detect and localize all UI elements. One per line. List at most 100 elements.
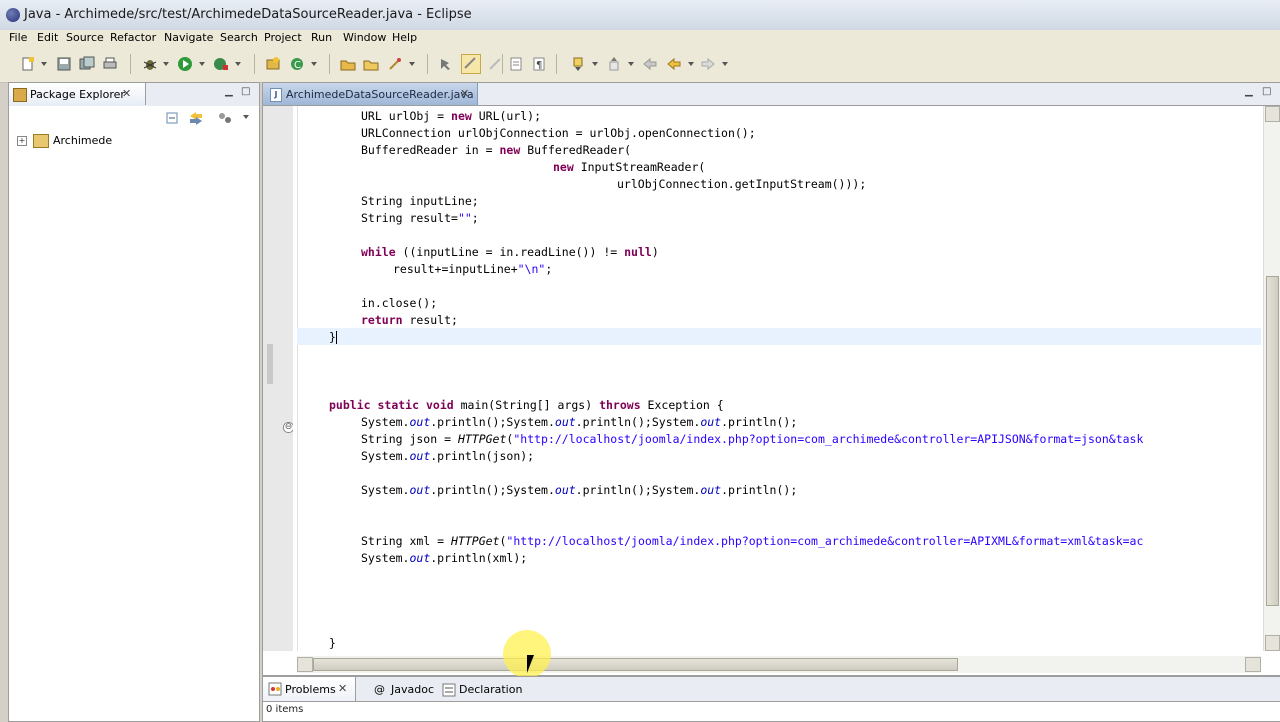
collapse-all-icon[interactable] — [165, 110, 181, 126]
new-icon[interactable] — [20, 56, 36, 72]
keyword: void — [425, 398, 454, 412]
last-edit-location-icon[interactable] — [642, 56, 658, 72]
menu-navigate[interactable]: Navigate — [163, 31, 214, 44]
code-text: ; — [545, 262, 553, 276]
debug-dropdown-icon[interactable] — [163, 62, 169, 66]
link-with-editor-icon[interactable] — [188, 110, 204, 126]
static-method: HTTPGet — [451, 534, 500, 548]
code-text: InputStreamReader( — [573, 160, 706, 174]
code-line: new InputStreamReader( — [553, 160, 705, 177]
tab-javadoc[interactable]: @ Javadoc — [371, 677, 441, 701]
code-text: ; — [471, 211, 479, 225]
static-field: out — [700, 483, 722, 497]
forward-icon[interactable] — [700, 56, 716, 72]
search-icon[interactable] — [387, 56, 403, 72]
tab-archimede-data-source-reader[interactable]: J ArchimedeDataSourceReader.java ✕ — [263, 83, 478, 105]
new-class-icon[interactable]: C — [289, 56, 305, 72]
back-dropdown-icon[interactable] — [688, 62, 694, 66]
maximize-icon[interactable]: □ — [241, 86, 250, 97]
javadoc-label: Javadoc — [391, 683, 434, 696]
menu-search[interactable]: Search — [219, 31, 259, 44]
tab-package-explorer[interactable]: Package Explorer ✕ — [9, 83, 146, 105]
code-line: System.out.println(xml); — [361, 551, 527, 568]
view-menu-dropdown-icon[interactable] — [243, 115, 249, 119]
back-icon[interactable] — [666, 56, 682, 72]
code-text: System. — [361, 449, 410, 463]
svg-text:¶: ¶ — [536, 60, 542, 71]
toolbar-separator — [254, 54, 255, 74]
code-text: result; — [402, 313, 458, 327]
run-icon[interactable] — [177, 56, 193, 72]
close-icon[interactable]: ✕ — [338, 682, 347, 695]
next-annotation-icon[interactable] — [570, 56, 586, 72]
minimize-icon[interactable]: ▁ — [225, 86, 233, 97]
toggle-mark-occurrences-icon[interactable] — [438, 56, 454, 72]
previous-annotation-dropdown-icon[interactable] — [628, 62, 634, 66]
forward-dropdown-icon[interactable] — [722, 62, 728, 66]
scroll-right-button[interactable] — [1245, 657, 1261, 672]
code-text: URL(url); — [471, 109, 542, 123]
maximize-icon[interactable]: □ — [1262, 86, 1271, 97]
keyword: new — [553, 160, 574, 174]
external-tools-dropdown-icon[interactable] — [235, 62, 241, 66]
show-whitespace-icon[interactable] — [508, 56, 524, 72]
search-dropdown-icon[interactable] — [409, 62, 415, 66]
code-area[interactable]: URL urlObj = new URL(url); URLConnection… — [299, 109, 1261, 649]
external-tools-icon[interactable] — [213, 56, 229, 72]
horizontal-scrollbar[interactable] — [297, 656, 1261, 673]
static-field: out — [554, 483, 576, 497]
static-field: out — [554, 415, 576, 429]
static-field: out — [409, 551, 431, 565]
menu-source[interactable]: Source — [65, 31, 105, 44]
vertical-scroll-thumb[interactable] — [1266, 276, 1279, 606]
previous-annotation-icon[interactable] — [606, 56, 622, 72]
menu-project[interactable]: Project — [263, 31, 303, 44]
code-line: String inputLine; — [361, 194, 479, 208]
keyword: new — [499, 143, 521, 157]
code-line: urlObjConnection.getInputStream())); — [617, 177, 867, 191]
open-task-icon[interactable] — [363, 56, 379, 72]
show-paragraph-icon[interactable]: ¶ — [531, 56, 547, 72]
new-class-dropdown-icon[interactable] — [311, 62, 317, 66]
code-text: .println(xml); — [430, 551, 528, 565]
menu-edit[interactable]: Edit — [36, 31, 59, 44]
run-dropdown-icon[interactable] — [199, 62, 205, 66]
close-icon[interactable]: ✕ — [122, 87, 131, 100]
close-icon[interactable]: ✕ — [460, 87, 469, 100]
view-menu-icon[interactable] — [217, 110, 233, 126]
expand-icon[interactable]: + — [17, 136, 27, 146]
save-all-icon[interactable] — [79, 56, 95, 72]
keyword: static — [377, 398, 420, 412]
open-type-icon[interactable] — [340, 56, 356, 72]
debug-icon[interactable] — [142, 56, 158, 72]
tab-problems[interactable]: Problems ✕ — [263, 677, 356, 701]
code-text: System. — [506, 415, 555, 429]
print-icon[interactable] — [102, 56, 118, 72]
string-literal: "" — [457, 211, 472, 225]
problems-label: Problems — [285, 683, 336, 696]
problems-icon — [267, 681, 282, 696]
window-title: Java - Archimede/src/test/ArchimedeDataS… — [24, 7, 472, 22]
new-java-project-icon[interactable] — [265, 56, 281, 72]
minimize-icon[interactable]: ▁ — [1245, 86, 1253, 97]
next-annotation-dropdown-icon[interactable] — [592, 62, 598, 66]
menu-file[interactable]: File — [8, 31, 28, 44]
save-icon[interactable] — [56, 56, 72, 72]
menu-window[interactable]: Window — [342, 31, 387, 44]
code-text: .println(); — [575, 415, 652, 429]
toggle-highlight-icon[interactable] — [461, 54, 481, 74]
code-text: .println(); — [575, 483, 652, 497]
menu-run[interactable]: Run — [310, 31, 333, 44]
scroll-left-button[interactable] — [297, 657, 313, 672]
menu-help[interactable]: Help — [391, 31, 418, 44]
code-line: System.out.println();System.out.println(… — [361, 483, 797, 500]
scroll-down-button[interactable] — [1265, 635, 1280, 651]
new-dropdown-icon[interactable] — [41, 62, 47, 66]
menu-refactor[interactable]: Refactor — [109, 31, 157, 44]
line-gutter — [293, 106, 298, 651]
scroll-up-button[interactable] — [1265, 106, 1280, 122]
vertical-scrollbar[interactable] — [1263, 106, 1280, 651]
block-selection-icon[interactable] — [487, 56, 503, 72]
horizontal-scroll-thumb[interactable] — [313, 658, 958, 671]
tab-declaration[interactable]: Declaration — [441, 677, 522, 701]
